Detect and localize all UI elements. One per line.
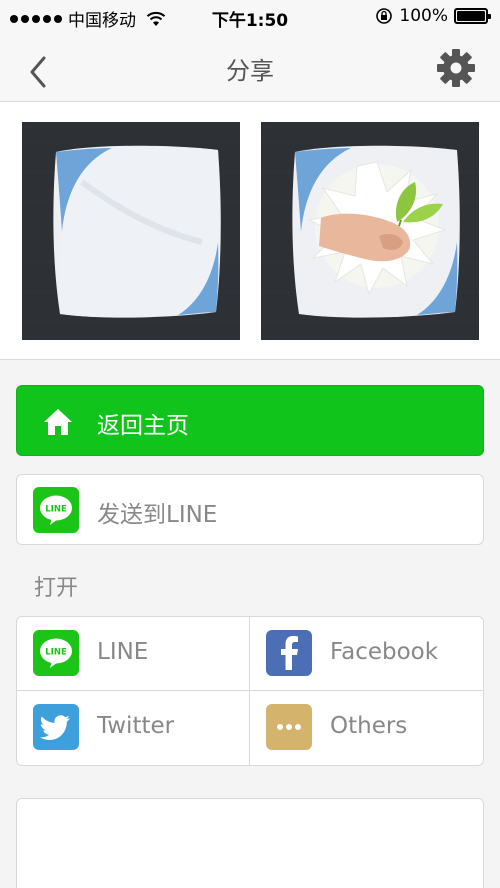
open-others-button[interactable]: Others	[250, 691, 483, 765]
battery-percent: 100%	[399, 6, 448, 26]
svg-text:LINE: LINE	[45, 648, 67, 658]
status-right: 100%	[375, 6, 491, 26]
blank-pillow-image	[22, 122, 240, 340]
home-icon	[44, 409, 72, 435]
nav-bar: 分享	[0, 34, 500, 102]
page-title: 分享	[226, 57, 274, 85]
send-to-line-button[interactable]: LINE 发送到LINE	[16, 474, 484, 545]
rotation-lock-icon	[376, 8, 393, 24]
open-section-title: 打开	[34, 576, 79, 601]
status-bar: 中国移动 下午1:50 100%	[0, 0, 500, 34]
bottom-card	[16, 798, 484, 888]
open-facebook-label: Facebook	[330, 639, 439, 665]
open-apps-grid: LINE LINE Facebook Twitter Others	[16, 616, 484, 766]
line-logo-icon: LINE	[33, 630, 79, 676]
battery-icon	[454, 8, 491, 24]
more-dots-icon	[266, 704, 312, 750]
home-button-label: 返回主页	[97, 413, 189, 439]
open-twitter-button[interactable]: Twitter	[17, 691, 250, 765]
svg-text:LINE: LINE	[45, 505, 67, 515]
line-logo-icon: LINE	[33, 487, 79, 533]
open-line-button[interactable]: LINE LINE	[17, 617, 250, 691]
send-to-line-label: 发送到LINE	[97, 502, 218, 528]
gear-icon[interactable]	[436, 48, 476, 88]
open-line-label: LINE	[97, 639, 149, 665]
open-others-label: Others	[330, 713, 408, 739]
home-button[interactable]: 返回主页	[16, 385, 484, 456]
facebook-icon	[266, 630, 312, 676]
twitter-icon	[33, 704, 79, 750]
battery-fill	[457, 11, 485, 21]
preview-section	[0, 102, 500, 360]
open-twitter-label: Twitter	[97, 713, 175, 739]
open-facebook-button[interactable]: Facebook	[250, 617, 483, 691]
printed-pillow-image	[261, 122, 479, 340]
